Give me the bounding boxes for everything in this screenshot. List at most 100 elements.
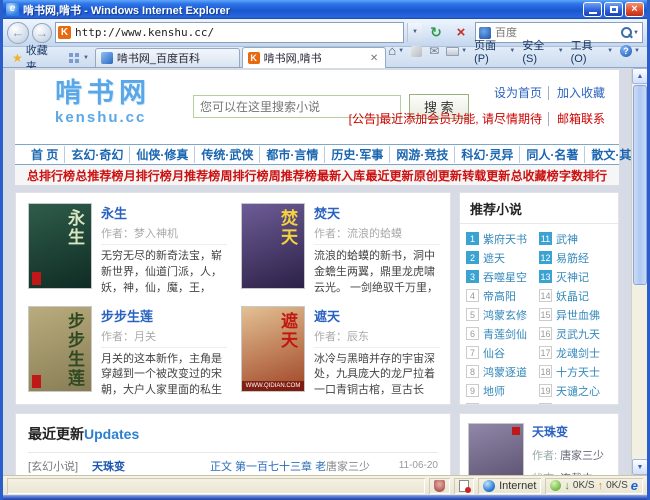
recommend-book-link[interactable]: 紫府天书	[483, 231, 527, 247]
address-input[interactable]	[75, 26, 401, 39]
help-menu[interactable]: ?▼	[620, 45, 640, 57]
book-title-link[interactable]: 遮天	[314, 309, 340, 324]
set-home-link[interactable]: 设为首页	[494, 86, 542, 100]
scrollbar-thumb[interactable]	[633, 85, 647, 285]
safety-menu[interactable]: 安全(S)▼	[522, 37, 563, 65]
nav-item-6[interactable]: 网游·竞技	[389, 146, 454, 163]
updates-table: [玄幻小说]天珠变正文 第一百七十三章 老子来讨个说法(唐家三少11-06-20…	[28, 452, 438, 475]
recommend-book-link[interactable]: 灵武九天	[556, 326, 600, 342]
recommend-book-link[interactable]: 仙谷	[483, 345, 505, 361]
book-title-link[interactable]: 焚天	[314, 206, 340, 221]
recommend-book-link[interactable]: 地师	[483, 383, 505, 399]
nav-item-1[interactable]: 玄幻·奇幻	[64, 146, 129, 163]
maximize-button[interactable]	[604, 2, 623, 17]
tab-kenshu-active[interactable]: K 啃书网,啃书 ✕	[242, 47, 387, 68]
site-logo[interactable]: 啃书网 kenshu.cc	[55, 80, 151, 125]
read-mail-button[interactable]: ✉	[429, 45, 439, 57]
search-icon[interactable]	[619, 25, 633, 41]
add-favorite-link[interactable]: 加入收藏	[548, 86, 605, 100]
ranking-nav-item-4[interactable]: 周排行榜	[220, 167, 268, 184]
recommend-book-link[interactable]: 灭神记	[556, 269, 589, 285]
back-button[interactable]: ←	[7, 22, 29, 44]
ranking-nav-item-5[interactable]: 周推荐榜	[269, 167, 317, 184]
page-menu[interactable]: 页面(P)▼	[474, 37, 515, 65]
ranking-nav-item-9[interactable]: 转载更新	[462, 167, 510, 184]
nav-item-8[interactable]: 同人·名著	[519, 146, 584, 163]
nav-item-0[interactable]: 首 页	[25, 146, 64, 163]
recommend-book-link[interactable]: 遮天	[483, 250, 505, 266]
feeds-button[interactable]	[411, 46, 422, 57]
ranking-nav-item-0[interactable]: 总排行榜	[27, 167, 75, 184]
book-cover-image[interactable]: 遮天WWW.QIDIAN.COM	[241, 306, 305, 392]
recommend-book-link[interactable]: 武神	[556, 231, 578, 247]
nav-item-3[interactable]: 传统·武侠	[194, 146, 259, 163]
rank-badge: 2	[466, 251, 479, 264]
search-dropdown-icon[interactable]: ▼	[633, 30, 639, 36]
rank-badge: 17	[539, 346, 552, 359]
address-bar[interactable]: K	[55, 22, 404, 43]
recommend-book-link[interactable]: 帝高阳	[483, 288, 516, 304]
book-title-link[interactable]: 步步生莲	[101, 309, 153, 324]
ranking-nav-item-11[interactable]: 字数排行	[559, 167, 607, 184]
nav-item-4[interactable]: 都市·言情	[259, 146, 324, 163]
mail-contact-link[interactable]: 邮箱联系	[548, 112, 605, 126]
close-button[interactable]: ×	[625, 2, 644, 17]
recommend-book-link[interactable]: 巡狩大明	[483, 402, 527, 406]
cover-title-text: 焚天	[275, 209, 300, 247]
book-cover-image[interactable]: 焚天	[241, 203, 305, 289]
book-cover-image[interactable]: 步步生莲	[28, 306, 92, 392]
tab-baidu-baike[interactable]: 啃书网_百度百科	[95, 48, 240, 67]
tools-menu[interactable]: 工具(O)▼	[571, 37, 613, 65]
nav-item-9[interactable]: 散文·其它	[584, 146, 631, 163]
cover-footer-text: WWW.QIDIAN.COM	[242, 381, 304, 391]
command-bar: ⌂▼ ✉ ▼ 页面(P)▼ 安全(S)▼ 工具(O)▼ ?▼	[388, 37, 644, 67]
ranking-nav-item-6[interactable]: 最新入库	[317, 167, 365, 184]
ranking-nav-item-3[interactable]: 月推荐榜	[172, 167, 220, 184]
recommend-book-link[interactable]: 天谴之心	[556, 383, 600, 399]
ranking-nav-item-10[interactable]: 总收藏榜	[511, 167, 559, 184]
book-title-link[interactable]: 永生	[101, 206, 127, 221]
window-bottom-border	[3, 495, 647, 500]
tab-close-icon[interactable]: ✕	[368, 53, 380, 64]
book-cover[interactable]	[468, 423, 524, 475]
print-button[interactable]: ▼	[446, 47, 467, 56]
scroll-up-icon[interactable]: ▲	[632, 68, 647, 84]
recommend-item: 15异世血佛	[539, 305, 612, 324]
recommend-book-link[interactable]: 吞噬星空	[483, 269, 527, 285]
forward-button[interactable]: →	[32, 23, 52, 43]
book-author: 作者：辰东	[314, 328, 440, 348]
home-button[interactable]: ⌂▼	[388, 45, 404, 57]
recommend-book-link[interactable]: 流浪仙人	[556, 402, 600, 406]
recommend-book-link[interactable]: 易筋经	[556, 250, 589, 266]
recommend-book-link[interactable]: 异世血佛	[556, 307, 600, 323]
nav-item-7[interactable]: 科幻·灵异	[454, 146, 519, 163]
nav-item-5[interactable]: 历史·军事	[324, 146, 389, 163]
quick-tabs-button[interactable]: ▼	[65, 49, 93, 67]
recommend-item: 11武神	[539, 229, 612, 248]
ranking-nav-item-2[interactable]: 月排行榜	[124, 167, 172, 184]
recommend-book-link[interactable]: 十方天士	[556, 364, 600, 380]
recommend-book-link[interactable]: 鸿蒙逐道	[483, 364, 527, 380]
scroll-down-icon[interactable]: ▼	[632, 459, 647, 475]
recommend-book-link[interactable]: 鸿蒙玄修	[483, 307, 527, 323]
rank-badge: 4	[466, 289, 479, 302]
update-book-link[interactable]: 天珠变	[92, 458, 210, 474]
detail-book-title[interactable]: 天珠变	[532, 425, 568, 439]
recommend-book-link[interactable]: 妖晶记	[556, 288, 589, 304]
detail-field: 状态:连载中	[532, 470, 610, 475]
recommend-book-link[interactable]: 龙魂剑士	[556, 345, 600, 361]
favorites-button[interactable]: ★ 收藏夹	[6, 49, 63, 67]
minimize-button[interactable]	[583, 2, 602, 17]
recommend-book-link[interactable]: 青莲剑仙	[483, 326, 527, 342]
nav-item-2[interactable]: 仙侠·修真	[129, 146, 194, 163]
field-value: 唐家三少	[560, 450, 604, 462]
ranking-nav-item-8[interactable]: 原创更新	[414, 167, 462, 184]
security-zone[interactable]: Internet	[478, 478, 541, 494]
traffic-monitor: ↓ 0K/S ↑ 0K/S e	[545, 478, 643, 494]
vertical-scrollbar[interactable]: ▲ ▼	[631, 68, 647, 475]
update-chapter-link[interactable]: 正文 第一百七十三章 老子来讨个说法(	[210, 458, 326, 474]
book-cover-image[interactable]: 永生	[28, 203, 92, 289]
main-nav: 首 页玄幻·奇幻仙侠·修真传统·武侠都市·言情历史·军事网游·竞技科幻·灵异同人…	[15, 144, 619, 165]
ranking-nav-item-7[interactable]: 最近更新	[366, 167, 414, 184]
ranking-nav-item-1[interactable]: 总推荐榜	[75, 167, 123, 184]
